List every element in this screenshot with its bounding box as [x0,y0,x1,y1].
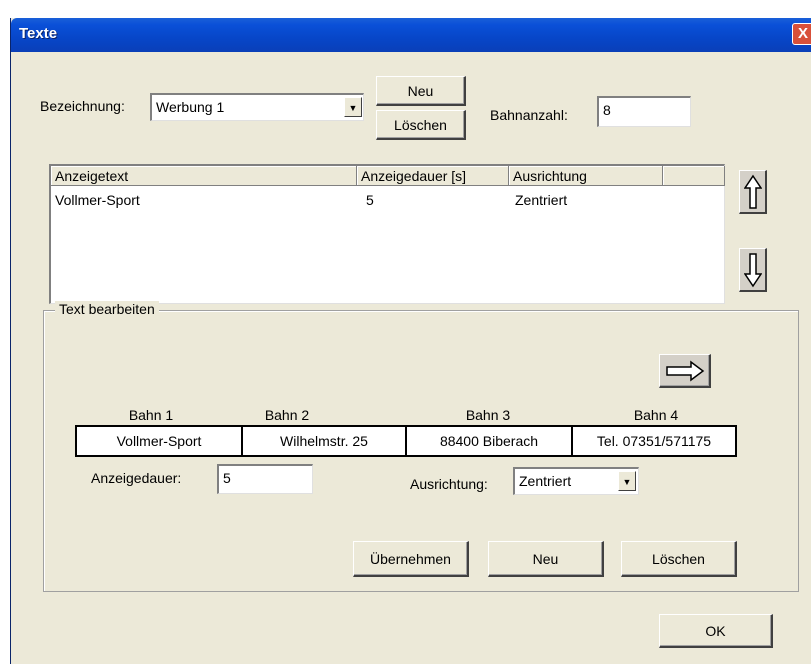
move-down-button[interactable] [739,248,767,292]
neu-text-button[interactable]: Neu [488,541,604,577]
ausrichtung-value: Zentriert [519,473,572,489]
bahn2-input[interactable]: Wilhelmstr. 25 [241,425,407,457]
bezeichnung-value: Werbung 1 [156,99,225,115]
bezeichnung-label: Bezeichnung: [40,98,125,114]
column-header-empty [663,166,725,186]
list-cell-ausrichtung: Zentriert [515,192,568,208]
bahn2-label: Bahn 2 [264,407,310,423]
close-button[interactable]: X [792,23,811,45]
title-bar[interactable]: Texte [11,18,811,52]
bahn1-input[interactable]: Vollmer-Sport [75,425,243,457]
column-header-anzeigedauer[interactable]: Anzeigedauer [s] [357,166,509,186]
list-cell-text: Vollmer-Sport [55,192,140,208]
anzeigedauer-label: Anzeigedauer: [91,470,182,486]
bahnanzahl-input[interactable]: 8 [597,96,691,127]
arrow-right-icon [665,360,704,381]
bahn3-input[interactable]: 88400 Biberach [405,425,573,457]
list-cell-dauer: 5 [366,192,374,208]
dialog-window: Texte X Bezeichnung: Werbung 1 ▼ Neu Lös… [10,18,811,664]
bahn4-input[interactable]: Tel. 07351/571175 [571,425,737,457]
apply-right-button[interactable] [659,354,711,388]
chevron-down-icon[interactable]: ▼ [344,97,362,117]
move-up-button[interactable] [739,170,767,214]
bahn3-label: Bahn 3 [465,407,511,423]
anzeigedauer-input[interactable]: 5 [217,464,313,494]
chevron-down-icon[interactable]: ▼ [618,471,636,491]
column-header-ausrichtung[interactable]: Ausrichtung [509,166,663,186]
bahnanzahl-label: Bahnanzahl: [490,107,568,123]
bahnanzahl-value: 8 [603,102,611,118]
ok-button[interactable]: OK [659,614,773,648]
loeschen-text-button[interactable]: Löschen [621,541,737,577]
column-header-anzeigetext[interactable]: Anzeigetext [51,166,357,186]
window-title: Texte [19,25,58,42]
loeschen-button[interactable]: Löschen [376,110,466,140]
arrow-up-icon [743,174,762,209]
anzeigedauer-value: 5 [223,470,231,486]
text-list[interactable]: Anzeigetext Anzeigedauer [s] Ausrichtung… [49,164,725,304]
bezeichnung-select[interactable]: Werbung 1 [150,93,364,121]
neu-button[interactable]: Neu [376,76,466,106]
group-title: Text bearbeiten [55,301,159,317]
ausrichtung-label: Ausrichtung: [410,476,488,492]
bahn4-label: Bahn 4 [633,407,679,423]
arrow-down-icon [743,252,762,287]
uebernehmen-button[interactable]: Übernehmen [353,541,469,577]
